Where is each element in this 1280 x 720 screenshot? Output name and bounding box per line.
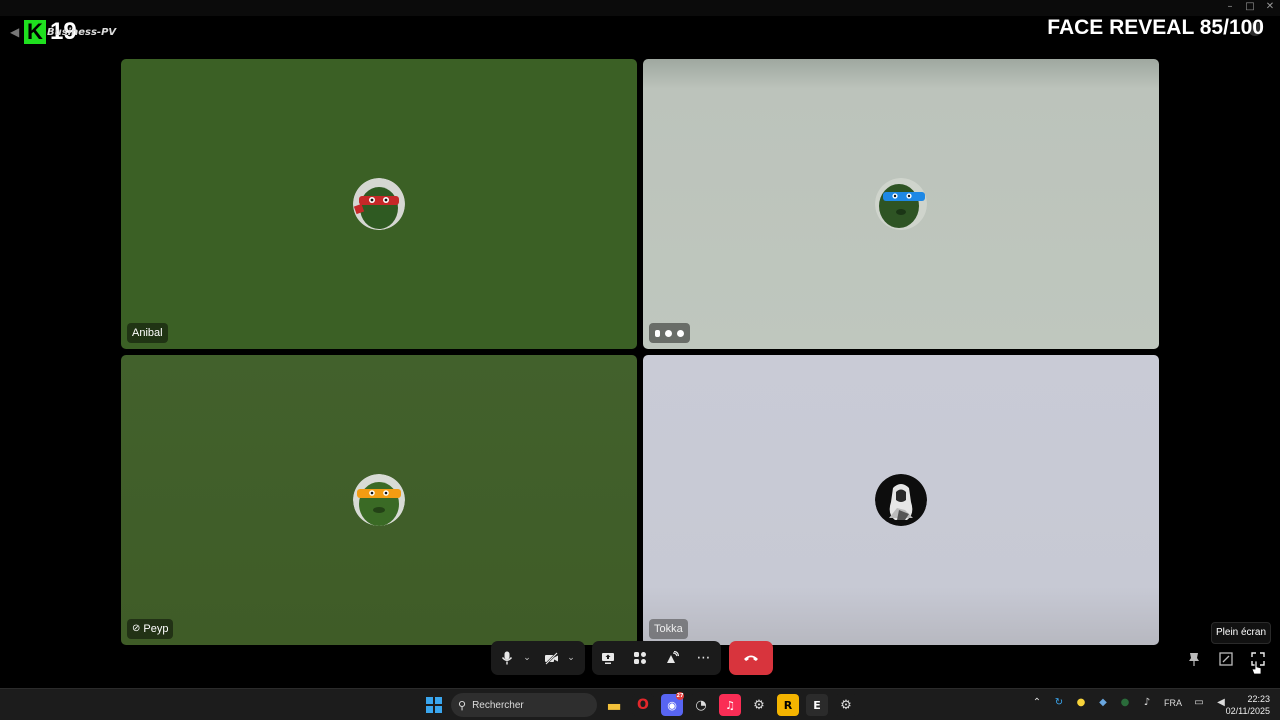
hangup-button[interactable] — [729, 641, 773, 675]
steam-tray-icon[interactable]: ◆ — [1096, 697, 1110, 708]
opera-icon[interactable]: O — [632, 694, 654, 716]
avatar[interactable] — [875, 474, 927, 526]
activities-icon — [634, 652, 646, 664]
name-glyph-icon — [677, 329, 684, 337]
participant-tile-anibal[interactable]: Anibal — [121, 59, 637, 349]
screen: – □ ✕ ◀ K 19 Business-PV FACE REVEAL 85/… — [0, 0, 1280, 720]
overlay-title: FACE REVEAL 85/100 — [1047, 16, 1264, 39]
start-button[interactable] — [426, 697, 442, 713]
avatar[interactable] — [353, 178, 405, 230]
rockstar-icon[interactable]: R — [777, 694, 799, 716]
language-indicator[interactable]: FRA — [1162, 698, 1184, 708]
camera-options-chevron-icon[interactable]: ⌄ — [564, 645, 578, 671]
shield-icon[interactable]: ● — [1118, 697, 1132, 708]
microphone-options-chevron-icon[interactable]: ⌄ — [520, 645, 534, 671]
notification-badge: 27 — [676, 692, 684, 700]
camera-off-icon: ⊘ — [132, 623, 141, 634]
windows-taskbar: ⚲ Rechercher ▬ O ◉ 27 ◔ ♫ ⚙ R E ⚙ ⌃ ↻ ● ◆ ● ♪ FRA… — [0, 688, 1280, 720]
more-icon: ⋯ — [696, 650, 712, 666]
music-icon[interactable]: ♫ — [719, 694, 741, 716]
participant-tile-loq[interactable] — [643, 59, 1159, 349]
chevron-up-icon[interactable]: ⌃ — [1030, 697, 1044, 708]
close-icon[interactable]: ✕ — [1264, 1, 1276, 12]
microphone-icon — [501, 651, 513, 665]
system-tray: ⌃ ↻ ● ◆ ● ♪ FRA ▭ ◀ — [1030, 697, 1228, 708]
participant-name-tag — [649, 323, 690, 343]
camera-button[interactable] — [538, 645, 564, 671]
logo-k: K — [24, 20, 46, 44]
participant-name: Tokka — [654, 623, 683, 635]
hangup-icon — [744, 655, 758, 661]
more-options-button[interactable]: ⋯ — [691, 645, 717, 671]
search-icon: ⚲ — [458, 698, 467, 712]
participant-name: Peyp — [143, 623, 169, 635]
call-actions: ⋯ — [592, 641, 721, 675]
audio-video-controls: ⌄ ⌄ — [491, 641, 585, 675]
participant-name-tag: Anibal — [127, 323, 168, 343]
share-screen-icon — [602, 652, 614, 664]
microphone-button[interactable] — [494, 645, 520, 671]
name-glyph-icon — [655, 329, 660, 337]
taskbar-search[interactable]: ⚲ Rechercher — [451, 693, 597, 717]
file-explorer-icon[interactable]: ▬ — [603, 694, 625, 716]
epic-games-icon[interactable]: E — [806, 694, 828, 716]
avatar[interactable] — [875, 178, 927, 230]
fullscreen-tooltip: Plein écran — [1211, 622, 1271, 644]
participant-tile-tokka[interactable]: Tokka — [643, 355, 1159, 645]
network-icon[interactable]: ▭ — [1192, 697, 1206, 708]
search-placeholder: Rechercher — [472, 699, 524, 711]
soundboard-button[interactable] — [659, 645, 685, 671]
name-glyph-icon — [665, 329, 672, 337]
window-controls: – □ ✕ — [1224, 1, 1276, 12]
maximize-icon[interactable]: □ — [1244, 1, 1256, 12]
clock-time: 22:23 — [1247, 694, 1270, 704]
taskbar-apps: ▬ O ◉ 27 ◔ ♫ ⚙ R E ⚙ — [603, 692, 857, 716]
camera-off-icon — [544, 651, 558, 665]
duck-icon[interactable]: ● — [1074, 697, 1088, 708]
microphone-tray-icon[interactable]: ♪ — [1140, 697, 1154, 708]
participant-name: Anibal — [132, 327, 163, 339]
participant-tile-peyp[interactable]: ⊘ Peyp — [121, 355, 637, 645]
pin-icon — [1189, 653, 1199, 666]
participant-name-tag: Tokka — [649, 619, 688, 639]
speaker-icon: ◀ — [10, 25, 20, 39]
popout-button[interactable] — [1213, 646, 1239, 672]
settings-icon[interactable]: ⚙ — [835, 694, 857, 716]
pin-button[interactable] — [1181, 646, 1207, 672]
share-screen-button[interactable] — [595, 645, 621, 671]
discord-icon[interactable]: ◉ 27 — [661, 692, 684, 716]
sync-icon[interactable]: ↻ — [1052, 697, 1066, 708]
window-titlebar: – □ ✕ — [0, 0, 1280, 16]
participant-name-tag: ⊘ Peyp — [127, 619, 174, 639]
clock-date: 02/11/2025 — [1225, 706, 1270, 716]
activities-button[interactable] — [627, 645, 653, 671]
speedtest-icon[interactable]: ◔ — [690, 694, 712, 716]
soundboard-icon — [667, 651, 679, 663]
steam-icon[interactable]: ⚙ — [748, 694, 770, 716]
minimize-icon[interactable]: – — [1224, 1, 1236, 12]
clock[interactable]: 22:23 02/11/2025 — [1226, 693, 1270, 717]
hand-cursor-icon — [1252, 660, 1262, 675]
server-name: Business-PV — [47, 27, 117, 38]
avatar[interactable] — [353, 474, 405, 526]
popout-icon — [1219, 652, 1233, 666]
